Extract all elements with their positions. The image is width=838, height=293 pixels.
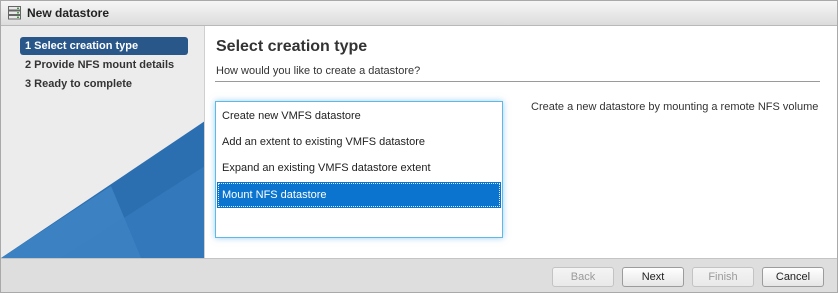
main-panel: Select creation type How would you like …	[205, 26, 837, 258]
option-mount-nfs[interactable]: Mount NFS datastore	[217, 182, 501, 208]
option-create-new-vmfs[interactable]: Create new VMFS datastore	[217, 103, 501, 129]
back-button[interactable]: Back	[552, 267, 614, 287]
step-select-creation-type[interactable]: 1 Select creation type	[20, 37, 188, 55]
creation-type-list[interactable]: Create new VMFS datastore Add an extent …	[215, 101, 503, 238]
step-provide-nfs-mount-details[interactable]: 2 Provide NFS mount details	[20, 56, 188, 74]
finish-button[interactable]: Finish	[692, 267, 754, 287]
dialog-title: New datastore	[27, 6, 110, 20]
page-title: Select creation type	[216, 38, 368, 55]
datastore-icon	[8, 6, 21, 20]
header-divider	[215, 81, 820, 82]
option-expand-vmfs-extent[interactable]: Expand an existing VMFS datastore extent	[217, 155, 501, 181]
next-button[interactable]: Next	[622, 267, 684, 287]
option-add-extent-vmfs[interactable]: Add an extent to existing VMFS datastore	[217, 129, 501, 155]
step-ready-to-complete[interactable]: 3 Ready to complete	[20, 75, 188, 93]
new-datastore-dialog: New datastore 1 Select creation type 2 P…	[0, 0, 838, 293]
wizard-footer: Back Next Finish Cancel	[1, 258, 837, 292]
page-subtitle: How would you like to create a datastore…	[216, 65, 421, 77]
title-bar[interactable]: New datastore	[1, 1, 837, 26]
wizard-steps-sidebar: 1 Select creation type 2 Provide NFS mou…	[1, 26, 205, 258]
option-description: Create a new datastore by mounting a rem…	[531, 101, 819, 113]
cancel-button[interactable]: Cancel	[762, 267, 824, 287]
